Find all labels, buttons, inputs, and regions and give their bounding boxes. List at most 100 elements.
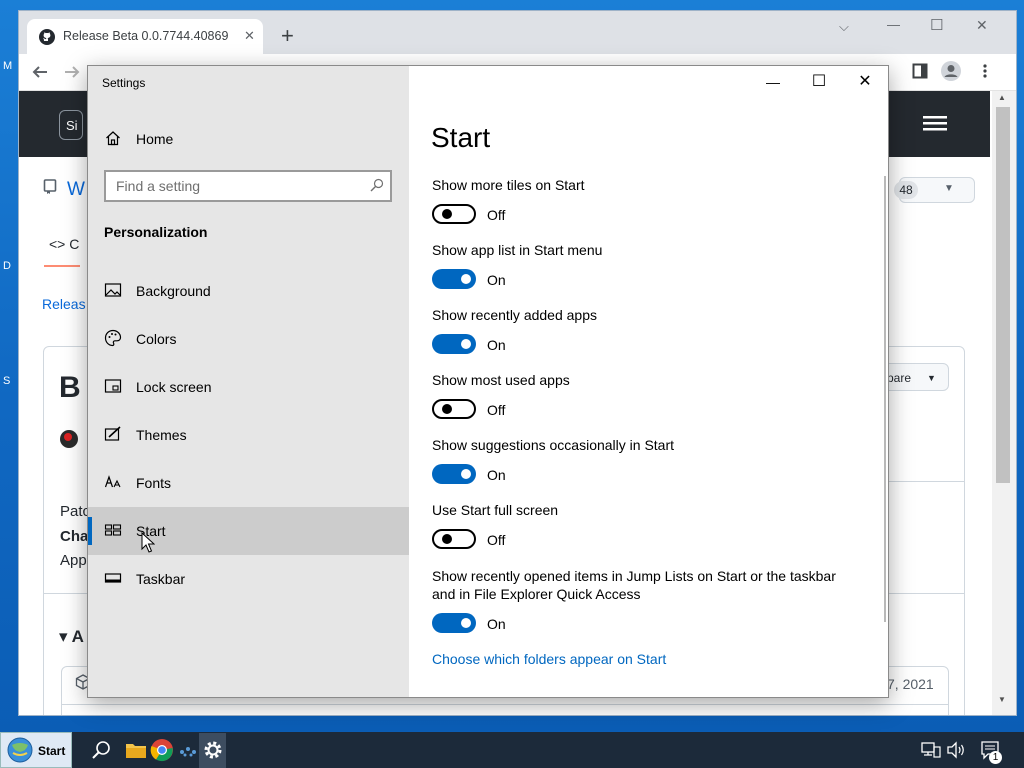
close-button[interactable]: ✕ xyxy=(842,66,888,98)
toggle-state: Off xyxy=(487,402,506,418)
toggle-knob xyxy=(461,274,471,284)
repo-title[interactable]: W xyxy=(67,179,85,201)
fonts-icon xyxy=(104,475,121,488)
toggle-show-app-list[interactable] xyxy=(432,269,476,289)
page-title: Start xyxy=(431,122,491,153)
search-icon[interactable] xyxy=(370,178,384,192)
author-avatar[interactable] xyxy=(59,429,79,449)
nav-item-label: Taskbar xyxy=(136,571,186,587)
toggle-show-more-tiles[interactable] xyxy=(432,204,476,224)
file-explorer-icon[interactable] xyxy=(124,738,148,762)
nav-item-themes[interactable]: Themes xyxy=(88,411,409,459)
browser-menu-icon[interactable] xyxy=(981,63,989,79)
toggle-knob xyxy=(461,618,471,628)
image-icon xyxy=(104,283,122,297)
start-label: Start xyxy=(38,744,66,758)
option-label: Use Start full screen xyxy=(432,502,559,518)
network-icon[interactable] xyxy=(921,741,941,759)
settings-gear-icon[interactable] xyxy=(201,738,225,762)
browser-maximize-button[interactable]: ☐ xyxy=(930,16,943,34)
volume-icon[interactable] xyxy=(946,741,966,759)
home-icon xyxy=(106,131,120,146)
caret-down-icon[interactable]: ▼ xyxy=(927,373,936,383)
nav-item-start[interactable]: Start xyxy=(88,507,409,555)
divider xyxy=(881,481,965,482)
desktop-icon-label[interactable]: S xyxy=(3,375,10,387)
nav-item-lock-screen[interactable]: Lock screen xyxy=(88,363,409,411)
caret-down-icon[interactable]: ▼ xyxy=(944,183,954,194)
releases-breadcrumb[interactable]: Releas xyxy=(42,296,86,312)
toggle-knob xyxy=(442,534,452,544)
profile-avatar-icon[interactable] xyxy=(940,60,962,82)
toggle-jump-lists[interactable] xyxy=(432,613,476,633)
scroll-up-icon[interactable]: ▲ xyxy=(998,93,1006,102)
choose-folders-link[interactable]: Choose which folders appear on Start xyxy=(432,651,666,667)
toggle-state: On xyxy=(487,272,506,288)
release-heading: B xyxy=(59,371,81,404)
settings-window: Settings Home Find a setting Personaliza… xyxy=(87,65,889,698)
hamburger-menu-icon[interactable] xyxy=(923,115,947,131)
back-icon[interactable] xyxy=(32,64,48,80)
search-placeholder: Find a setting xyxy=(116,178,201,194)
sign-in-button[interactable]: Si xyxy=(59,110,83,140)
new-tab-button[interactable]: + xyxy=(281,23,294,49)
option-label: and in File Explorer Quick Access xyxy=(432,586,641,602)
github-icon xyxy=(39,29,55,45)
browser-tab-title: Release Beta 0.0.7744.40869 · Wi xyxy=(63,29,233,43)
nav-item-label: Themes xyxy=(136,427,187,443)
start-orb-icon xyxy=(7,737,33,763)
toggle-show-recently-added[interactable] xyxy=(432,334,476,354)
toggle-state: On xyxy=(487,467,506,483)
desktop-icon-label[interactable]: D xyxy=(3,260,11,272)
app-icon[interactable] xyxy=(176,738,200,762)
assets-toggle[interactable]: ▾ A xyxy=(59,627,84,647)
code-tab[interactable]: <> C xyxy=(49,236,79,252)
toggle-full-screen[interactable] xyxy=(432,529,476,549)
browser-close-button[interactable]: ✕ xyxy=(976,17,988,34)
toggle-show-most-used[interactable] xyxy=(432,399,476,419)
toggle-state: Off xyxy=(487,532,506,548)
nav-item-fonts[interactable]: Fonts xyxy=(88,459,409,507)
forward-icon[interactable] xyxy=(64,64,80,80)
tab-search-icon[interactable]: ⌵ xyxy=(839,19,849,35)
nav-item-colors[interactable]: Colors xyxy=(88,315,409,363)
scrollbar-thumb[interactable] xyxy=(996,107,1010,483)
count-badge: 48 xyxy=(894,181,918,199)
search-icon[interactable] xyxy=(90,738,114,762)
option-label: Show app list in Start menu xyxy=(432,242,603,258)
mouse-cursor-icon xyxy=(141,532,155,553)
asset-date: 7, 2021 xyxy=(887,676,934,692)
minimize-button[interactable]: — xyxy=(750,66,796,98)
start-tiles-icon xyxy=(104,524,122,536)
nav-item-label: Fonts xyxy=(136,475,172,491)
option-label: Show suggestions occasionally in Start xyxy=(432,437,675,453)
divider xyxy=(61,704,949,705)
nav-item-taskbar[interactable]: Taskbar xyxy=(88,555,409,603)
nav-item-label: Lock screen xyxy=(136,379,212,395)
desktop-icon-label[interactable]: M xyxy=(3,60,12,72)
toggle-state: On xyxy=(487,616,506,632)
repo-icon xyxy=(43,179,57,194)
nav-item-label: Colors xyxy=(136,331,177,347)
themes-brush-icon xyxy=(104,426,121,441)
window-title: Settings xyxy=(102,76,146,90)
side-panel-icon[interactable] xyxy=(912,63,928,79)
release-notes-line: Patc xyxy=(60,503,91,520)
chrome-icon[interactable] xyxy=(150,738,174,762)
maximize-button[interactable]: ☐ xyxy=(796,66,842,98)
close-tab-icon[interactable]: ✕ xyxy=(244,28,255,44)
option-label: Show recently opened items in Jump Lists… xyxy=(432,568,836,584)
toggle-show-suggestions[interactable] xyxy=(432,464,476,484)
toggle-state: Off xyxy=(487,207,506,223)
option-label: Show more tiles on Start xyxy=(432,177,585,193)
nav-item-background[interactable]: Background xyxy=(88,267,409,315)
scroll-down-icon[interactable]: ▼ xyxy=(998,695,1006,704)
browser-minimize-button[interactable]: — xyxy=(887,17,900,32)
toggle-knob xyxy=(442,209,452,219)
content-scrollbar[interactable] xyxy=(884,176,886,622)
nav-item-label: Background xyxy=(136,283,211,299)
option-label: Show recently added apps xyxy=(432,307,597,323)
toggle-knob xyxy=(442,404,452,414)
section-header: Personalization xyxy=(104,224,208,240)
home-label: Home xyxy=(136,131,174,147)
